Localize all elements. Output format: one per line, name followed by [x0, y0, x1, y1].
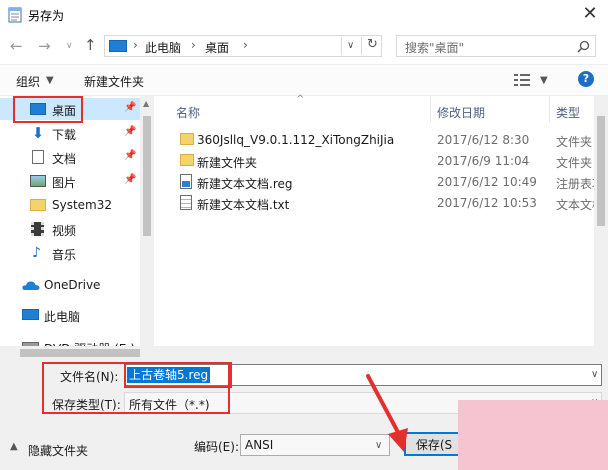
download-icon: ⬇	[31, 124, 45, 142]
encoding-label: 编码(E):	[194, 440, 239, 454]
navigation-pane: 桌面 📌 ⬇ 下载 📌 文档 📌 图片 📌 System32 视频 ♪ 音乐 O…	[0, 96, 154, 360]
text-file-icon	[180, 195, 192, 210]
sidebar-item-onedrive[interactable]: OneDrive	[0, 274, 140, 296]
hide-folders-toggle[interactable]: 隐藏文件夹	[28, 442, 88, 459]
sidebar-item-label: 音乐	[52, 248, 77, 262]
breadcrumb-chevron-icon[interactable]: ›	[191, 38, 196, 52]
file-name: 新建文本文档.txt	[197, 198, 290, 212]
pin-icon[interactable]: 📌	[124, 126, 136, 137]
column-header-type[interactable]: 类型	[556, 104, 580, 121]
command-bar: 组织 ▼ 新建文件夹 ▼ ?	[0, 64, 608, 96]
sidebar-item-videos[interactable]: 视频	[0, 218, 140, 240]
sidebar-item-label: 文档	[52, 152, 77, 166]
organize-menu[interactable]: 组织	[16, 73, 40, 90]
encoding-value: ANSI	[245, 438, 274, 452]
sidebar-item-label: 下载	[52, 128, 77, 142]
sidebar-item-music[interactable]: ♪ 音乐	[0, 242, 140, 264]
file-date: 2017/6/12 10:53	[437, 196, 537, 210]
recent-locations-chevron-icon[interactable]: ∨	[66, 36, 73, 56]
help-icon[interactable]: ?	[578, 71, 594, 87]
organize-dropdown-icon[interactable]: ▼	[46, 75, 54, 86]
sidebar-item-label: OneDrive	[44, 278, 101, 292]
highlight-filename-value	[124, 362, 232, 388]
file-name: 360Jsllq_V9.0.1.112_XiTongZhiJia	[197, 133, 395, 147]
breadcrumb-desktop[interactable]: 桌面	[205, 39, 229, 56]
divider	[361, 37, 362, 55]
search-icon[interactable]	[577, 40, 590, 53]
window-title: 另存为	[28, 9, 65, 23]
registry-file-icon	[180, 174, 192, 189]
divider	[341, 37, 342, 55]
folder-icon	[30, 199, 46, 211]
breadcrumb-chevron-icon[interactable]: ›	[133, 38, 138, 52]
document-icon	[32, 150, 44, 164]
sidebar-item-label: 视频	[52, 224, 77, 238]
horizontal-scroll-thumb[interactable]	[20, 349, 140, 357]
hide-folders-chevron-icon[interactable]: ▲	[10, 441, 18, 452]
list-item[interactable]: 新建文本文档.txt 2017/6/12 10:53 文本文档	[170, 193, 604, 213]
breadcrumb-chevron-icon[interactable]: ›	[243, 38, 248, 52]
back-arrow-icon[interactable]: ←	[10, 36, 23, 56]
view-options-icon[interactable]	[514, 74, 530, 86]
pictures-icon	[30, 175, 46, 187]
folder-icon	[180, 154, 194, 166]
filename-dropdown-icon[interactable]: ∨	[591, 369, 598, 380]
close-icon[interactable]: ✕	[578, 2, 602, 26]
sidebar-item-this-pc[interactable]: 此电脑	[0, 304, 140, 326]
file-date: 2017/6/12 8:30	[437, 133, 530, 147]
pin-icon[interactable]: 📌	[124, 150, 136, 161]
file-list-scroll-thumb[interactable]	[597, 116, 605, 226]
column-divider[interactable]	[549, 96, 550, 122]
title-bar	[0, 0, 608, 30]
registry-badge-icon	[182, 181, 190, 187]
file-name: 新建文件夹	[197, 156, 258, 170]
new-folder-button[interactable]: 新建文件夹	[84, 73, 144, 90]
sidebar-scroll-thumb[interactable]	[143, 116, 151, 236]
video-icon	[31, 222, 44, 236]
list-item[interactable]: 360Jsllq_V9.0.1.112_XiTongZhiJia 2017/6/…	[170, 130, 594, 150]
file-date: 2017/6/12 10:49	[437, 175, 537, 189]
highlight-desktop	[13, 96, 83, 123]
sidebar-item-downloads[interactable]: ⬇ 下载 📌	[0, 122, 140, 144]
column-header-date[interactable]: 修改日期	[437, 104, 485, 121]
watermark-block	[458, 400, 608, 470]
sidebar-item-pictures[interactable]: 图片 📌	[0, 170, 140, 192]
sidebar-item-system32[interactable]: System32	[0, 194, 140, 216]
search-placeholder: 搜索"桌面"	[405, 41, 465, 55]
refresh-icon[interactable]: ↻	[367, 37, 378, 52]
address-bar[interactable]: › 此电脑 › 桌面 › ∨ ↻	[104, 35, 382, 57]
address-dropdown-icon[interactable]: ∨	[347, 40, 354, 51]
sidebar-item-documents[interactable]: 文档 📌	[0, 146, 140, 168]
list-item[interactable]: 新建文本文档.reg 2017/6/12 10:49 注册表项	[170, 172, 604, 192]
up-arrow-icon[interactable]: ↑	[84, 35, 97, 55]
music-icon: ♪	[32, 245, 41, 261]
scroll-up-icon[interactable]: ▲	[143, 99, 149, 108]
pin-icon[interactable]: 📌	[124, 174, 136, 185]
pin-icon[interactable]: 📌	[124, 102, 136, 113]
sidebar-item-label: System32	[52, 198, 113, 212]
annotation-arrow-icon	[366, 374, 408, 452]
file-name: 新建文本文档.reg	[197, 177, 293, 191]
column-header-name[interactable]: 名称	[176, 104, 200, 121]
computer-icon	[109, 40, 127, 52]
computer-icon	[22, 309, 39, 320]
search-input[interactable]: 搜索"桌面"	[396, 35, 596, 57]
folder-icon	[180, 133, 194, 145]
column-divider[interactable]	[430, 96, 431, 122]
view-dropdown-icon[interactable]: ▼	[540, 75, 548, 86]
sort-ascending-icon: ^	[296, 94, 305, 105]
breadcrumb-this-pc[interactable]: 此电脑	[145, 39, 181, 56]
forward-arrow-icon[interactable]: →	[38, 36, 51, 56]
list-item[interactable]: 新建文件夹 2017/6/9 11:04 文件夹	[170, 151, 594, 171]
sidebar-item-label: 图片	[52, 176, 77, 190]
onedrive-icon	[22, 281, 40, 290]
notepad-icon	[8, 7, 22, 23]
file-date: 2017/6/9 11:04	[437, 154, 530, 168]
sidebar-item-label: 此电脑	[44, 310, 81, 324]
